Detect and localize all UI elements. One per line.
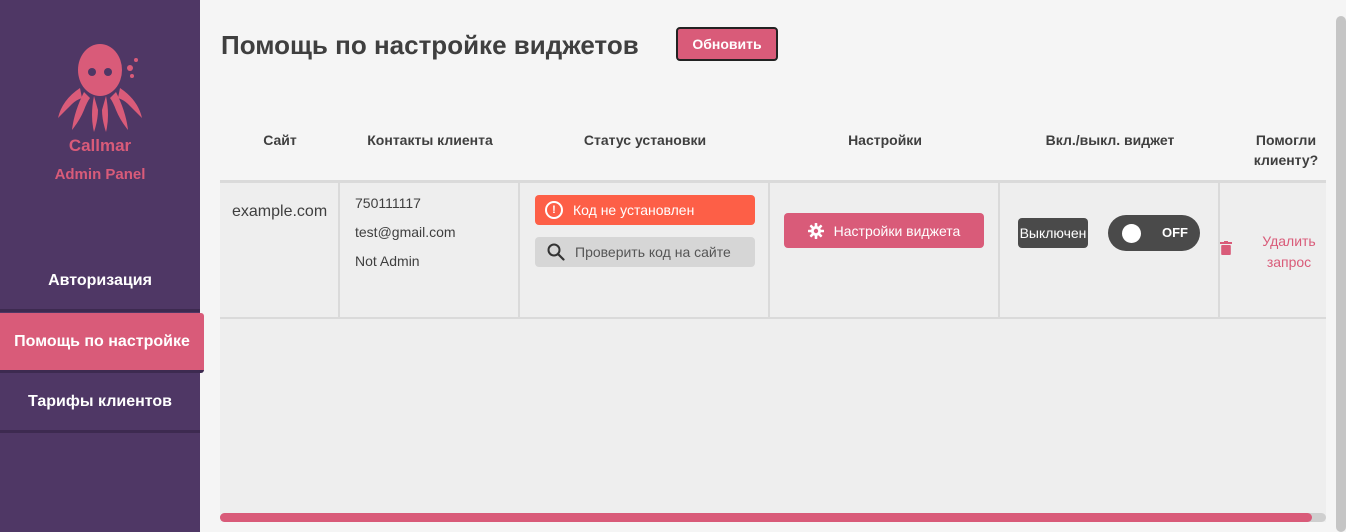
requests-table: Сайт Контакты клиента Статус установки Н… bbox=[220, 110, 1326, 522]
trash-icon[interactable] bbox=[1220, 241, 1232, 255]
column-divider bbox=[768, 183, 770, 317]
table-row: example.com 750111117 test@gmail.com Not… bbox=[220, 180, 1326, 319]
vertical-scrollbar[interactable] bbox=[1336, 16, 1346, 532]
octopus-logo-icon bbox=[58, 44, 142, 132]
sidebar-item-setup-help[interactable]: Помощь по настройке bbox=[0, 313, 204, 373]
refresh-button[interactable]: Обновить bbox=[676, 27, 778, 61]
toggle-knob bbox=[1122, 224, 1141, 243]
column-divider bbox=[338, 183, 340, 317]
column-header-settings: Настройки bbox=[848, 132, 922, 148]
widget-toggle[interactable]: OFF bbox=[1108, 215, 1200, 251]
gear-icon bbox=[807, 222, 824, 239]
sidebar-item-label: Авторизация bbox=[48, 271, 152, 289]
alert-circle-icon: ! bbox=[545, 201, 563, 219]
toggle-label: OFF bbox=[1162, 225, 1188, 240]
column-divider bbox=[998, 183, 1000, 317]
site-domain: example.com bbox=[232, 203, 328, 220]
sidebar-item-authorization[interactable]: Авторизация bbox=[0, 252, 200, 312]
install-status-text: Код не установлен bbox=[573, 202, 695, 218]
column-header-helped: Помогли клиенту? bbox=[1253, 132, 1319, 168]
column-header-contacts: Контакты клиента bbox=[367, 132, 493, 148]
check-code-button[interactable]: Проверить код на сайте bbox=[535, 237, 755, 267]
widget-state-badge: Выключен bbox=[1018, 218, 1088, 248]
search-icon bbox=[547, 243, 565, 261]
page-title: Помощь по настройке виджетов bbox=[221, 30, 639, 60]
widget-settings-label: Настройки виджета bbox=[833, 222, 961, 239]
delete-request-link[interactable]: Удалить запрос bbox=[1256, 231, 1322, 273]
sidebar: Callmar Admin Panel Авторизация Помощь п… bbox=[0, 0, 204, 532]
check-code-label: Проверить код на сайте bbox=[575, 244, 731, 260]
sidebar-item-label: Помощь по настройке bbox=[14, 332, 190, 350]
sidebar-item-client-tariffs[interactable]: Тарифы клиентов bbox=[0, 373, 200, 433]
contact-email: test@gmail.com bbox=[355, 224, 456, 240]
scrollbar-thumb[interactable] bbox=[220, 513, 1312, 522]
sidebar-item-label: Тарифы клиентов bbox=[28, 392, 172, 410]
horizontal-scrollbar[interactable] bbox=[220, 513, 1326, 522]
contact-role: Not Admin bbox=[355, 253, 420, 269]
contact-phone: 750111117 bbox=[355, 195, 421, 211]
table-header: Сайт Контакты клиента Статус установки Н… bbox=[220, 110, 1326, 180]
column-header-widget-toggle: Вкл./выкл. виджет bbox=[1045, 132, 1175, 148]
brand-subtitle: Admin Panel bbox=[54, 166, 146, 183]
install-status-badge: ! Код не установлен bbox=[535, 195, 755, 225]
column-divider bbox=[518, 183, 520, 317]
widget-settings-button[interactable]: Настройки виджета bbox=[784, 213, 984, 248]
column-header-site: Сайт bbox=[263, 132, 297, 148]
brand-name: Callmar bbox=[68, 136, 132, 155]
column-header-status: Статус установки bbox=[583, 132, 707, 148]
